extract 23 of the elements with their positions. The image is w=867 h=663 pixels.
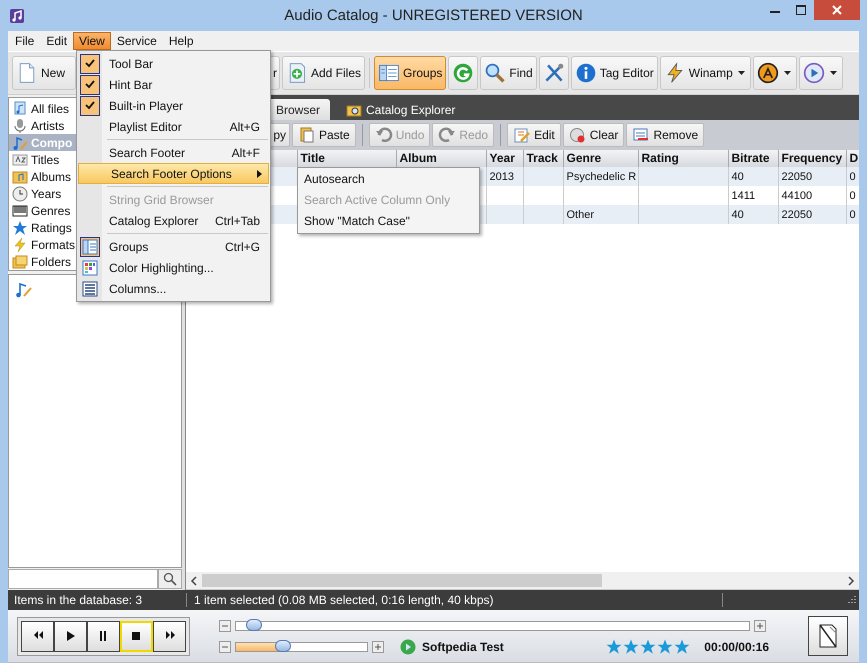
column-header: Title bbox=[297, 150, 396, 167]
column-header: Rating bbox=[638, 150, 728, 167]
column-header: Frequency bbox=[778, 150, 846, 167]
status-text: Items in the database: 3 bbox=[8, 593, 187, 607]
column-header: Year bbox=[486, 150, 523, 167]
column-header: Album bbox=[396, 150, 486, 167]
table-cell: Other bbox=[563, 205, 638, 224]
track-title: Softpedia Test bbox=[422, 640, 504, 654]
table-cell: 0 bbox=[846, 205, 859, 224]
time-display: 00:00/00:16 bbox=[704, 640, 769, 654]
window-title: Audio Catalog - UNREGISTERED VERSION bbox=[284, 7, 583, 24]
table-cell: 22050 bbox=[778, 167, 846, 186]
column-header: Genre bbox=[563, 150, 638, 167]
status-text: 1 item selected (0.08 MB selected, 0:16 length, 40 kbps) bbox=[187, 593, 723, 607]
table-cell: 22050 bbox=[778, 205, 846, 224]
table-cell: 2013 bbox=[486, 167, 523, 186]
table-cell: 0 bbox=[846, 167, 859, 186]
column-header: Track bbox=[523, 150, 563, 167]
table-cell: 40 bbox=[728, 205, 778, 224]
column-header: D bbox=[846, 150, 859, 167]
column-header: Bitrate bbox=[728, 150, 778, 167]
table-cell: Psychedelic R bbox=[563, 167, 638, 186]
table-cell: 40 bbox=[728, 167, 778, 186]
